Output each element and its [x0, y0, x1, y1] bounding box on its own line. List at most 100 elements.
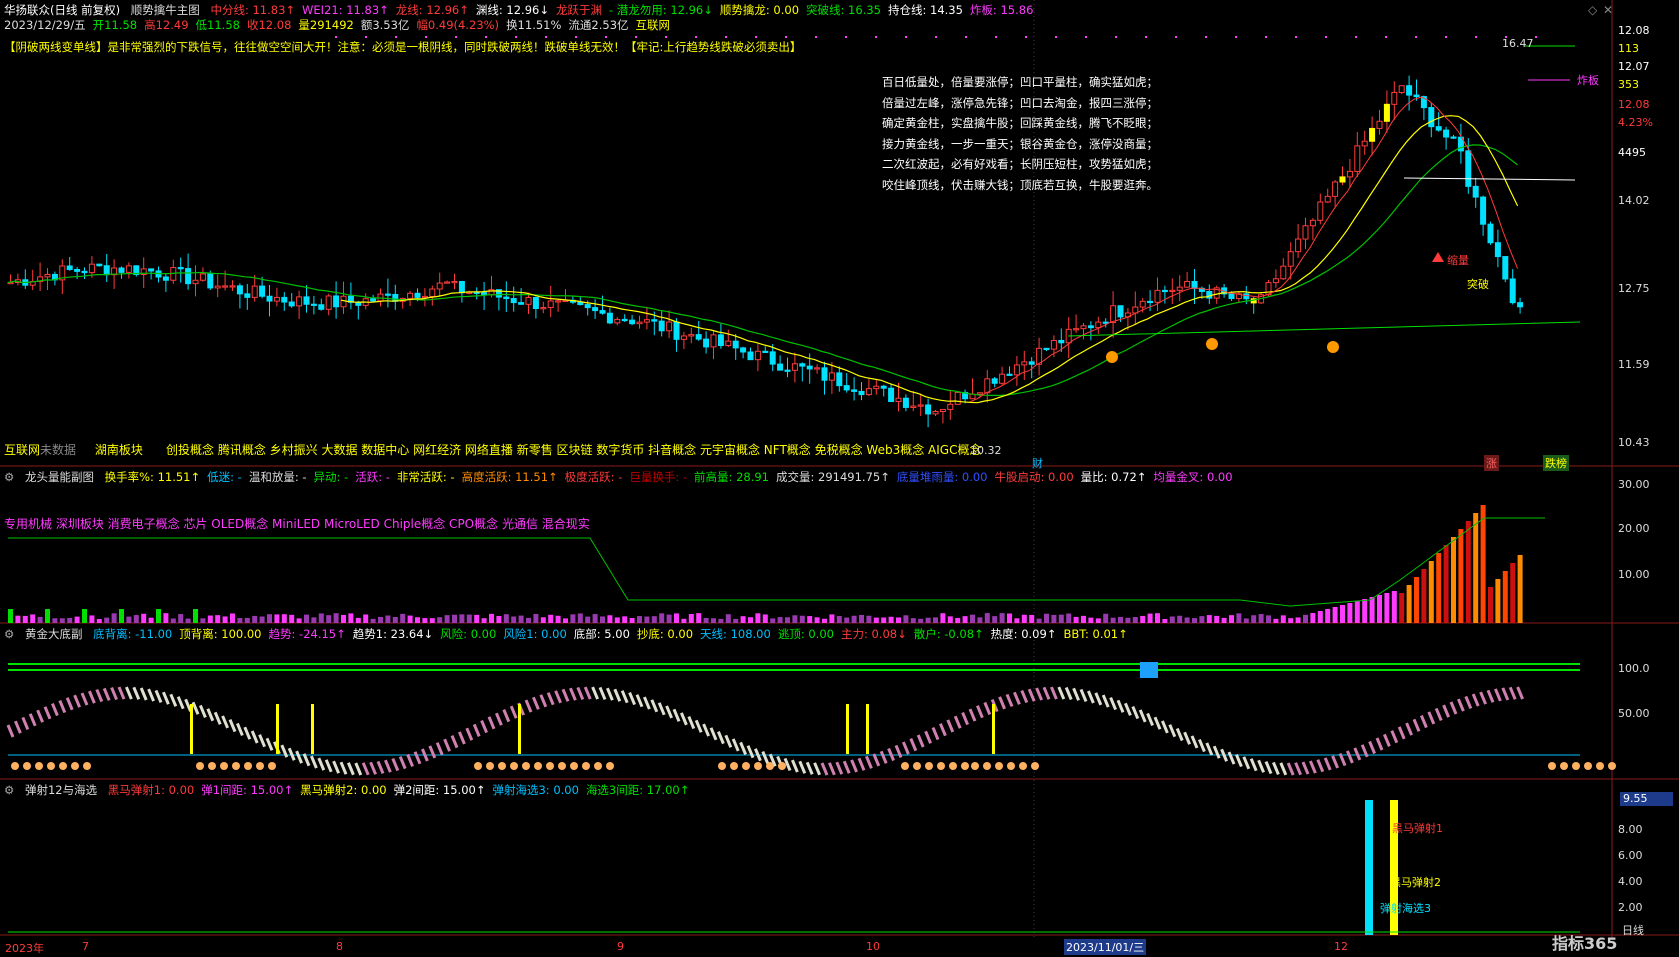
panel3-name[interactable]: 黄金大底副 [25, 627, 83, 641]
trend-stripe [1516, 686, 1524, 700]
industry-note: 未数据 [40, 443, 77, 457]
volume-bar [644, 616, 650, 623]
support-line [1067, 321, 1581, 337]
candle-body [1443, 129, 1450, 138]
indicator-value-item: 炸板: 15.86 [969, 3, 1034, 17]
volume-bar [392, 616, 398, 623]
candle-body [1021, 361, 1028, 366]
date-axis[interactable]: 2023年 7 8 9 10 2023/11/01/三 12 指标365 日线 [0, 924, 1679, 957]
volume-bar [1214, 615, 1220, 623]
candle-body [259, 285, 266, 297]
heima1-label: 黑马弹射1 [1392, 822, 1443, 835]
volume-bar [947, 616, 953, 623]
volume-bar [629, 617, 635, 623]
panel4-name[interactable]: 弹射12与海选 [25, 783, 97, 797]
trend-stripe [1309, 760, 1317, 774]
panel3-settings-icon[interactable]: ⚙ [4, 627, 14, 641]
candle-body [1413, 94, 1420, 98]
volume-bar [725, 614, 731, 623]
trend-stripe [472, 723, 481, 737]
panel4-settings-icon[interactable]: ⚙ [4, 783, 14, 797]
marker-dot [635, 36, 637, 38]
candle-body [1309, 219, 1316, 227]
stock-title[interactable]: 华扬联众(日线 前复权) [4, 3, 120, 17]
date-label-aug: 8 [336, 940, 343, 953]
volume-bar [341, 614, 346, 623]
candle-body [999, 373, 1006, 384]
candle-body [1332, 181, 1339, 197]
hand-icon [220, 762, 228, 770]
candle-body [984, 378, 991, 394]
axis-tick: 50.00 [1618, 707, 1650, 720]
period-label[interactable]: 日线 [1622, 922, 1644, 938]
volume-bar [67, 617, 73, 623]
date-cursor-label: 2023/11/01/三 [1064, 939, 1147, 955]
close-icon[interactable]: ✕ [1603, 3, 1613, 17]
ohlc-value-item: 高12.49 [144, 18, 189, 32]
panel2-value-item: 前高量: 28.91 [694, 470, 769, 484]
volume-bar [1517, 555, 1523, 623]
volume-bar [1451, 537, 1456, 623]
volume-bar [355, 617, 361, 623]
trend-stripe [487, 716, 496, 730]
volume-bar [459, 614, 465, 623]
main-indicator-name[interactable]: 顺势擒牛主图 [131, 3, 200, 17]
volume-bar [141, 613, 147, 623]
trend-stripe [428, 745, 437, 759]
volume-bar [526, 617, 531, 623]
marker-dot [1055, 36, 1057, 38]
collapse-icon[interactable]: ◇ [1588, 3, 1597, 17]
candle-body [288, 301, 295, 307]
volume-bar [1155, 613, 1160, 623]
panel2-concepts[interactable]: 专用机械 深圳板块 消费电子概念 芯片 OLED概念 MiniLED Micro… [4, 517, 590, 531]
trend-stripe [1375, 737, 1384, 751]
trend-stripe [1249, 758, 1258, 772]
panel3-value-item: 抄底: 0.00 [636, 627, 694, 641]
volume-bar [1221, 617, 1227, 623]
volume-bar [814, 617, 820, 623]
trend-stripe [191, 701, 200, 715]
candle-body [1073, 328, 1080, 331]
candle-body [784, 369, 791, 372]
candle-body [81, 270, 88, 274]
candle-body [1502, 256, 1509, 280]
candle-body [954, 391, 961, 405]
volume-bar [170, 618, 176, 623]
candle-body [629, 319, 636, 325]
hand-icon [83, 762, 91, 770]
candle-body [1154, 289, 1161, 303]
hand-icon [546, 762, 554, 770]
candle-body [643, 319, 650, 323]
candle-body [658, 320, 665, 332]
indicator-value-item: WEI21: 11.83↑ [302, 3, 389, 17]
trend-stripe [1331, 755, 1339, 769]
candle-body [525, 297, 532, 305]
candle-body [244, 293, 251, 298]
haixuan-bar [1365, 800, 1373, 935]
concept-tags[interactable]: 创投概念 腾讯概念 乡村振兴 大数据 数据中心 网红经济 网络直播 新零售 区块… [166, 443, 981, 457]
indicator-value-item: 顺势擒龙: 0.00 [719, 3, 800, 17]
trend-stripe [147, 688, 155, 702]
volume-bar [585, 616, 591, 623]
trend-stripe [398, 756, 407, 770]
panel2-name[interactable]: 龙头量能副图 [25, 470, 94, 484]
hand-icon [742, 762, 750, 770]
volume-bar [370, 618, 376, 623]
candle-body [1043, 347, 1050, 351]
hand-icon [486, 762, 494, 770]
trend-stripe [199, 704, 207, 718]
candle-body [932, 411, 939, 415]
trend-stripe [324, 759, 333, 773]
candle-body [740, 347, 747, 353]
trend-stripe [879, 750, 888, 764]
trend-stripe [1323, 757, 1332, 771]
panel2-settings-icon[interactable]: ⚙ [4, 470, 14, 484]
industry-tag[interactable]: 互联网 [4, 443, 40, 457]
panel3-value-item: 风险1: 0.00 [503, 627, 567, 641]
candle-body [710, 334, 717, 348]
volume-bar [274, 614, 280, 623]
region-tag[interactable]: 湖南板块 [95, 443, 143, 457]
candle-body [103, 265, 110, 276]
candle-body [1391, 92, 1398, 105]
poem-line: 咬住峰顶线，伏击赚大钱；顶底若互换，牛股要逛奔。 [882, 177, 1158, 192]
